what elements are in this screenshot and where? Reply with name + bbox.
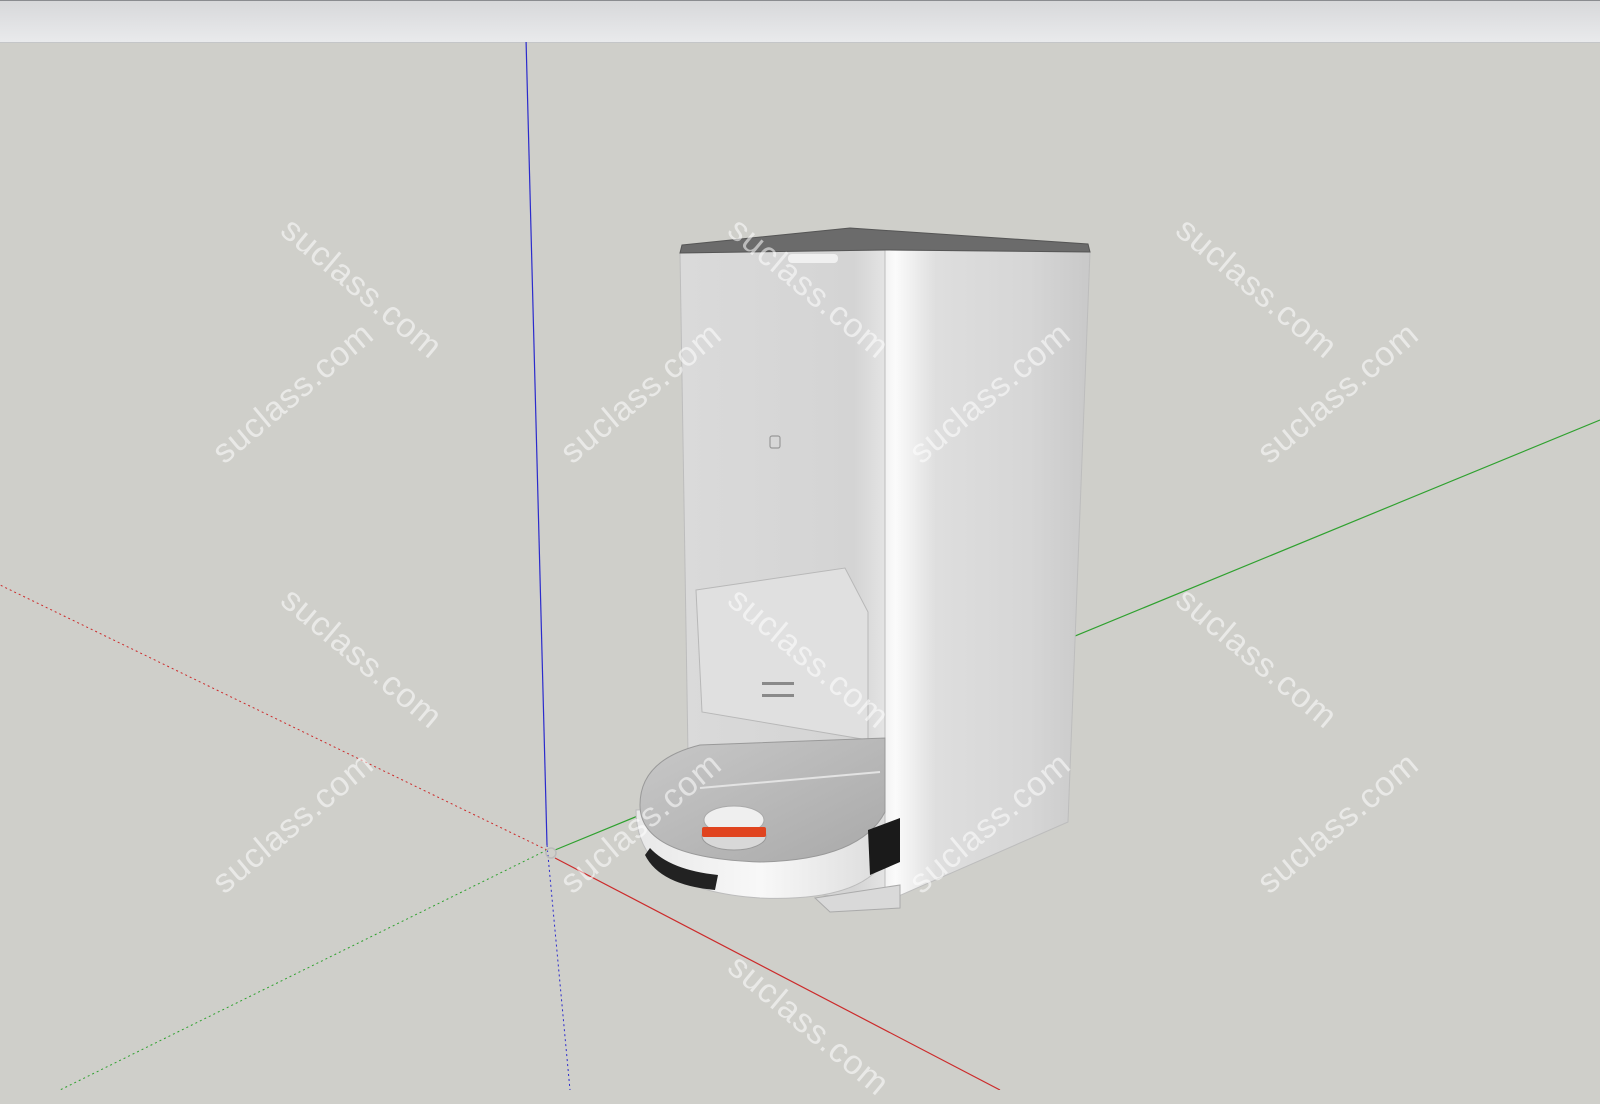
green-axis-dotted — [59, 849, 548, 1090]
lidar-window — [702, 827, 766, 837]
robot-top-shell — [639, 737, 886, 863]
door-handle-bottom — [762, 694, 794, 697]
dust-bin-door — [695, 567, 869, 741]
origin-marker — [545, 847, 557, 859]
red-axis-dotted — [0, 584, 548, 851]
station-side-face — [884, 249, 1091, 903]
toolbar-area — [0, 0, 1600, 43]
station-top — [679, 227, 1091, 254]
station-display — [788, 254, 838, 263]
blue-axis-down — [546, 844, 571, 1090]
blue-axis-up — [525, 42, 548, 846]
3d-viewport[interactable]: suclass.com suclass.com suclass.com sucl… — [0, 42, 1600, 1103]
door-handle-top — [762, 682, 794, 685]
viewport-canvas[interactable] — [0, 42, 1600, 1090]
